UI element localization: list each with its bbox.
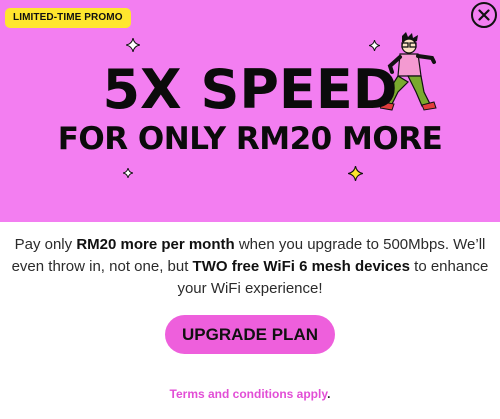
description-text: Pay only [14, 236, 77, 253]
promo-badge: LIMITED-TIME PROMO [5, 8, 131, 28]
description-highlight: RM20 more per month [76, 236, 235, 253]
terms-line: Terms and conditions apply. [0, 387, 500, 401]
terms-period: . [327, 387, 331, 401]
description-highlight: TWO free WiFi 6 mesh devices [192, 258, 410, 275]
terms-link[interactable]: Terms and conditions apply [170, 387, 328, 401]
sparkle-icon [126, 38, 140, 52]
sparkle-icon [348, 166, 363, 181]
sparkle-icon [123, 168, 133, 178]
close-icon [478, 9, 490, 21]
upgrade-plan-button[interactable]: UPGRADE PLAN [165, 315, 335, 354]
subheadline: FOR ONLY RM20 MORE [57, 121, 443, 157]
promo-banner: LIMITED-TIME PROMO 5X SPEED FOR ONLY RM2… [0, 0, 500, 222]
close-button[interactable] [471, 2, 497, 28]
promo-description: Pay only RM20 more per month when you up… [10, 234, 490, 300]
sparkle-icon [369, 40, 380, 51]
headline: 5X SPEED [102, 58, 398, 121]
